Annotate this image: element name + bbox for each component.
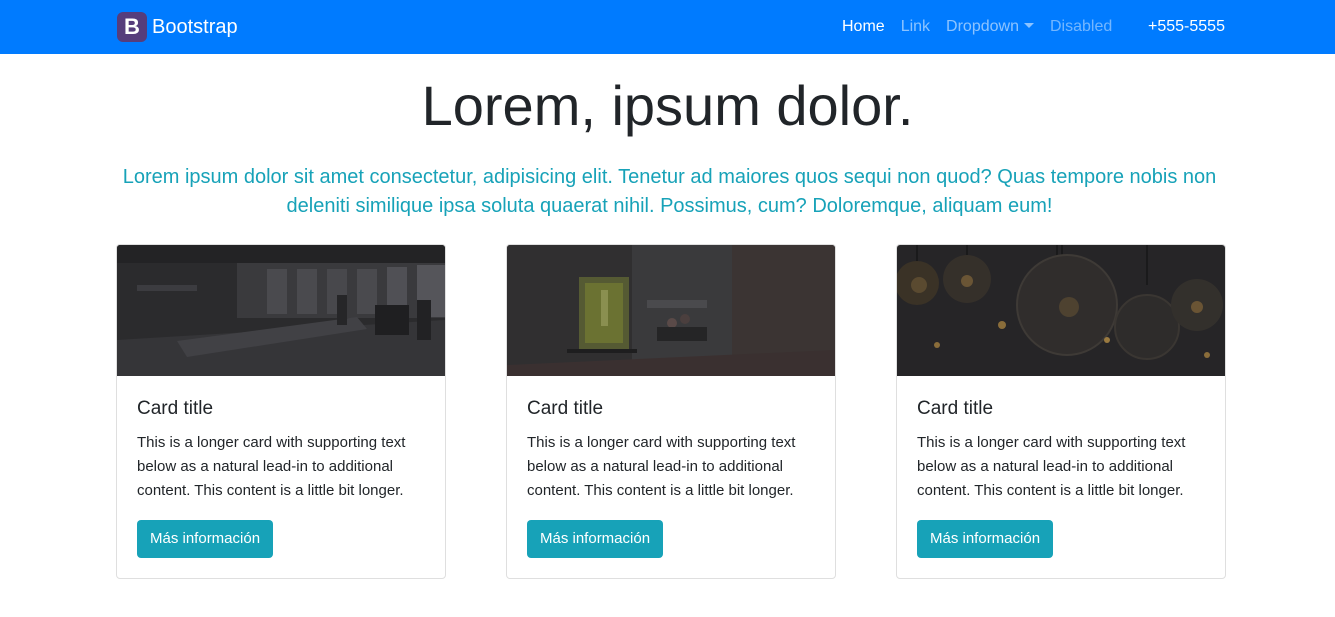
office-interior-image [117,245,445,376]
card-title: Card title [137,398,214,419]
card-title: Card title [917,398,994,419]
phone-number: +555-5555 [1148,18,1225,35]
page-title: Lorem, ipsum dolor. [421,74,914,137]
card-title: Card title [527,398,604,419]
nav-item-dropdown-label: Dropdown [946,18,1019,35]
navbar: B Bootstrap Home Link Dropdown Disabled … [0,0,1335,54]
card-body: Card title This is a longer card with su… [917,395,1207,503]
lead-paragraph: Lorem ipsum dolor sit amet consectetur, … [122,166,1217,217]
navbar-brand[interactable]: B Bootstrap [117,11,238,42]
card-body: Card title This is a longer card with su… [137,395,427,503]
nav-links: Home Link Dropdown Disabled [834,0,1120,54]
bootstrap-logo-icon: B [117,11,147,42]
more-info-button[interactable]: Más información [527,520,664,558]
card-text: This is a longer card with supporting te… [917,434,1186,499]
card-body: Card title This is a longer card with su… [527,395,817,503]
caret-down-icon [1023,23,1034,28]
more-info-button[interactable]: Más información [137,520,274,558]
brand-name: Bootstrap [152,15,238,38]
nav-item-disabled: Disabled [1049,18,1113,35]
nav-item-link[interactable]: Link [893,18,938,35]
card: Card title This is a longer card with su… [116,244,446,579]
nav-item-dropdown[interactable]: Dropdown [938,18,1042,35]
card-text: This is a longer card with supporting te… [137,434,406,499]
nav-item-home[interactable]: Home [834,18,893,35]
card-text: This is a longer card with supporting te… [527,434,796,499]
card: Card title This is a longer card with su… [506,244,836,579]
card: Card title This is a longer card with su… [896,244,1226,579]
light-bulbs-image [897,245,1225,376]
coworking-space-image [507,245,835,376]
more-info-button[interactable]: Más información [917,520,1054,558]
